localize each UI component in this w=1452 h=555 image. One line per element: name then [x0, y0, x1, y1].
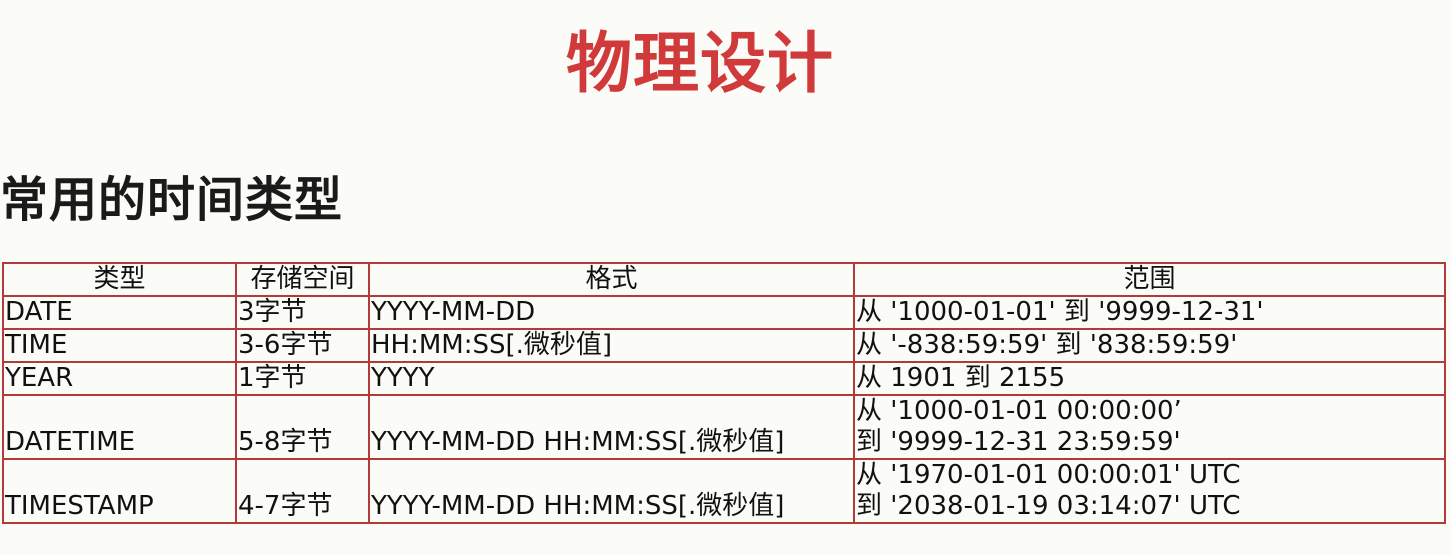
- cell-range: 从 '-838:59:59' 到 '838:59:59': [853, 328, 1446, 363]
- cell-type: TIMESTAMP: [2, 458, 237, 524]
- header-format: 格式: [368, 262, 855, 297]
- range-line-to: 到 '9999-12-31 23:59:59': [856, 427, 1181, 457]
- table-row: YEAR 1字节 YYYY 从 1901 到 2155: [2, 361, 1446, 396]
- cell-format: YYYY: [368, 361, 855, 396]
- cell-storage: 1字节: [235, 361, 370, 396]
- cell-format: YYYY-MM-DD HH:MM:SS[.微秒值]: [368, 394, 855, 460]
- table-row: DATE 3字节 YYYY-MM-DD 从 '1000-01-01' 到 '99…: [2, 295, 1446, 330]
- slide-title: 物理设计: [566, 25, 834, 102]
- range-line: 从 '1000-01-01' 到 '9999-12-31': [856, 297, 1264, 327]
- range-line-from: 从 '1970-01-01 00:00:01' UTC: [856, 460, 1241, 490]
- cell-type: DATETIME: [2, 394, 237, 460]
- table-row: DATETIME 5-8字节 YYYY-MM-DD HH:MM:SS[.微秒值]…: [2, 394, 1446, 460]
- range-line-to: 到 '2038-01-19 03:14:07' UTC: [856, 491, 1241, 521]
- header-type: 类型: [2, 262, 237, 297]
- cell-storage: 4-7字节: [235, 458, 370, 524]
- cell-range: 从 '1000-01-01' 到 '9999-12-31': [853, 295, 1446, 330]
- header-storage: 存储空间: [235, 262, 370, 297]
- cell-format: HH:MM:SS[.微秒值]: [368, 328, 855, 363]
- table-row: TIME 3-6字节 HH:MM:SS[.微秒值] 从 '-838:59:59'…: [2, 328, 1446, 363]
- range-line: 从 '-838:59:59' 到 '838:59:59': [856, 330, 1238, 360]
- cell-storage: 5-8字节: [235, 394, 370, 460]
- table-row: TIMESTAMP 4-7字节 YYYY-MM-DD HH:MM:SS[.微秒值…: [2, 458, 1446, 524]
- cell-format: YYYY-MM-DD: [368, 295, 855, 330]
- time-types-table: 类型 存储空间 格式 范围 DATE 3字节 YYYY-MM-DD 从 '100…: [2, 262, 1446, 524]
- range-line-from: 从 '1000-01-01 00:00:00’: [856, 396, 1182, 426]
- cell-storage: 3字节: [235, 295, 370, 330]
- cell-type: YEAR: [2, 361, 237, 396]
- cell-storage: 3-6字节: [235, 328, 370, 363]
- table-header-row: 类型 存储空间 格式 范围: [2, 262, 1446, 297]
- cell-type: DATE: [2, 295, 237, 330]
- range-line: 从 1901 到 2155: [856, 363, 1066, 393]
- cell-range: 从 1901 到 2155: [853, 361, 1446, 396]
- header-range: 范围: [853, 262, 1446, 297]
- cell-range: 从 '1970-01-01 00:00:01' UTC 到 '2038-01-1…: [853, 458, 1446, 524]
- cell-range: 从 '1000-01-01 00:00:00’ 到 '9999-12-31 23…: [853, 394, 1446, 460]
- section-heading: 常用的时间类型: [0, 172, 344, 228]
- cell-type: TIME: [2, 328, 237, 363]
- cell-format: YYYY-MM-DD HH:MM:SS[.微秒值]: [368, 458, 855, 524]
